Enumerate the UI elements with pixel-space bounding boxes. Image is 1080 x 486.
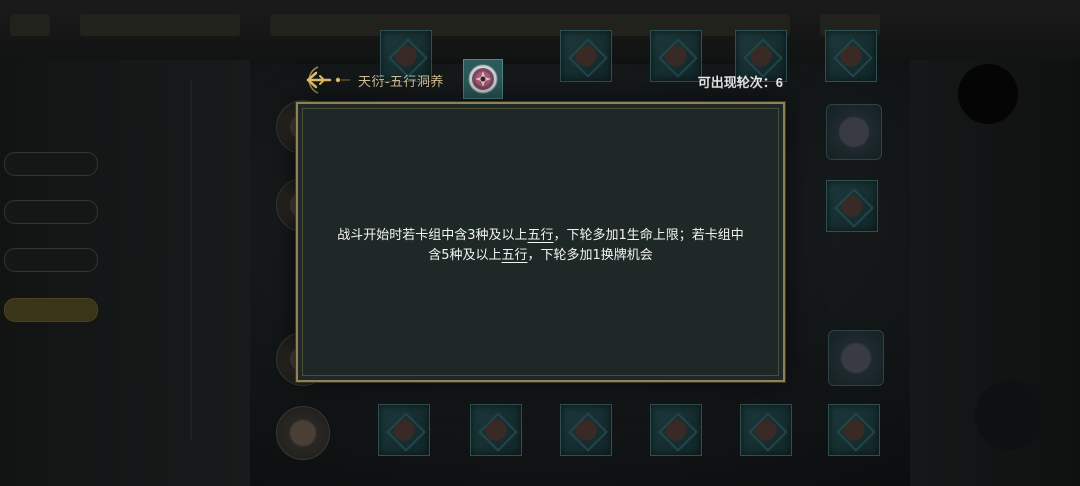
background-portrait [276,406,330,460]
background-tile [650,404,702,456]
background-dark-orb [975,380,1045,450]
rounds-value: 6 [775,75,783,90]
background-topbar-decor [10,14,50,36]
background-pill [4,200,98,224]
event-title: 天衍-五行洞养 [358,75,444,90]
background-tile [560,404,612,456]
description-text: ，下轮多加1生命上限；若卡组中 [553,228,744,243]
background-pill [4,152,98,176]
background-tile [826,180,878,232]
description-text: 含5种及以上 [428,248,502,263]
arrow-back-icon [306,66,350,94]
background-tile [378,404,430,456]
background-card [826,104,882,160]
background-tile [740,404,792,456]
description-text: ，下轮多加1换牌机会 [527,248,653,263]
effect-description: 战斗开始时若卡组中含3种及以上五行，下轮多加1生命上限；若卡组中 含5种及以上五… [318,226,763,266]
description-text: 战斗开始时若卡组中含3种及以上 [337,228,528,243]
background-tile [828,404,880,456]
background-pill [4,298,98,322]
background-tile [650,30,702,82]
description-line-2: 含5种及以上五行，下轮多加1换牌机会 [318,246,763,266]
effect-description-dialog: 战斗开始时若卡组中含3种及以上五行，下轮多加1生命上限；若卡组中 含5种及以上五… [296,102,785,382]
background-divider [190,80,192,440]
background-tile [560,30,612,82]
medal-emblem-icon [468,64,498,94]
background-left-panel [0,60,250,486]
keyword-wuxing-link[interactable]: 五行 [527,228,553,243]
background-topbar-decor [80,14,240,36]
rounds-label: 可出现轮次： [697,75,776,90]
background-pill [4,248,98,272]
description-line-1: 战斗开始时若卡组中含3种及以上五行，下轮多加1生命上限；若卡组中 [318,226,763,246]
rounds-available: 可出现轮次：6 [698,72,783,91]
background-dark-orb [958,64,1018,124]
background-tile [825,30,877,82]
background-tile [470,404,522,456]
background-card [828,330,884,386]
background-topbar-decor [270,14,790,36]
wuxing-medal-icon [463,59,503,99]
background-topbar [0,0,1080,64]
keyword-wuxing-link[interactable]: 五行 [501,248,527,263]
back-button[interactable] [300,63,352,97]
